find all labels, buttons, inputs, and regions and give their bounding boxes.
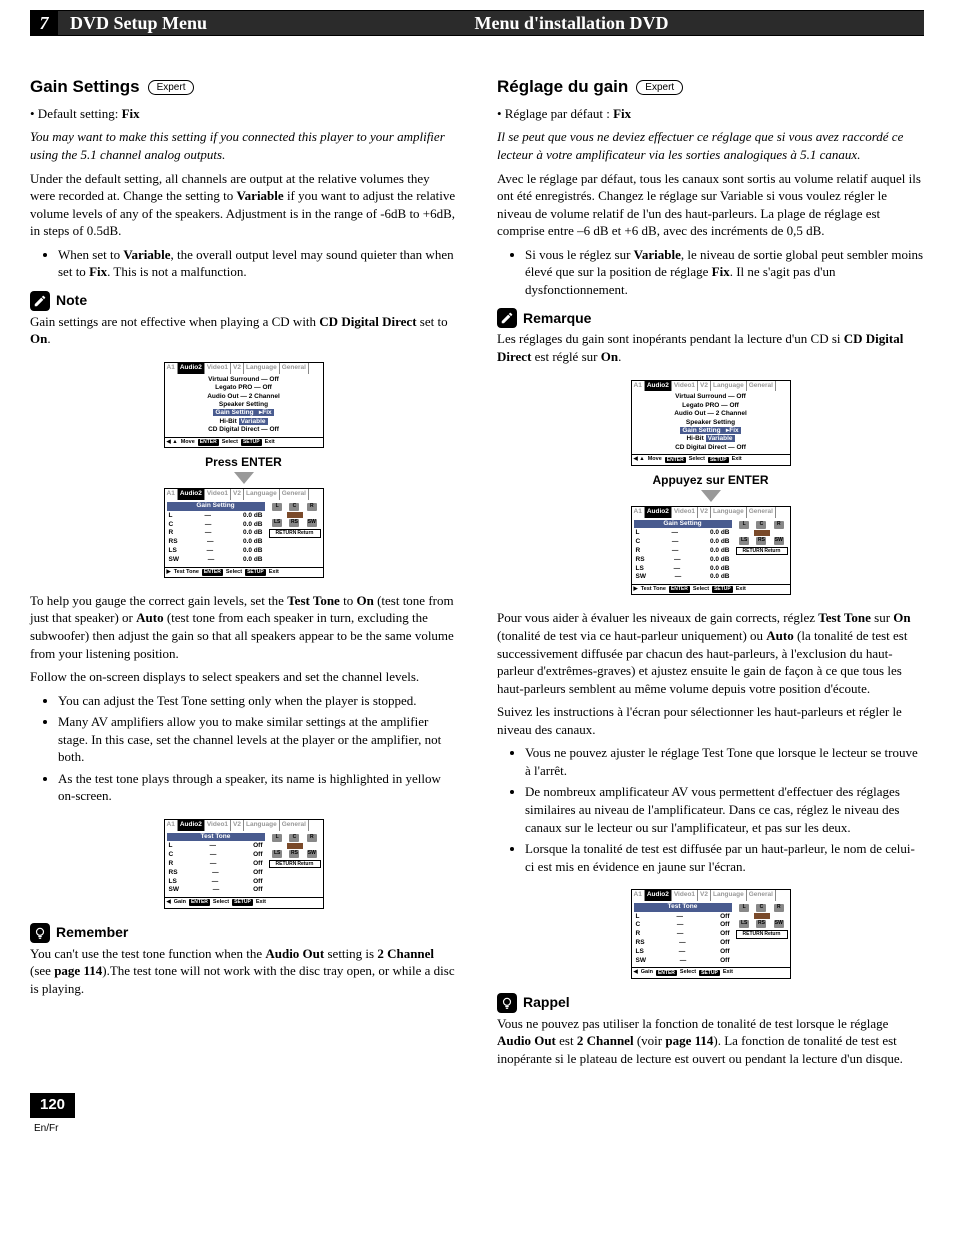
expert-badge: Expert bbox=[148, 80, 195, 96]
remember-heading: Rappel bbox=[497, 993, 924, 1013]
list-item: You can adjust the Test Tone setting onl… bbox=[58, 692, 457, 710]
page-footer: 120 En/Fr bbox=[30, 1073, 924, 1135]
bullet-list-1: When set to Variable, the overall output… bbox=[58, 246, 457, 281]
para-testtone: Pour vous aider à évaluer les niveaux de… bbox=[497, 609, 924, 697]
remember-body: You can't use the test tone function whe… bbox=[30, 945, 457, 998]
list-item: As the test tone plays through a speaker… bbox=[58, 770, 457, 805]
pencil-icon bbox=[30, 291, 50, 311]
osd-screenshot-1: A1Audio2Video1V2LanguageGeneral Virtual … bbox=[30, 362, 457, 578]
intro-italic: You may want to make this setting if you… bbox=[30, 128, 457, 163]
remember-body: Vous ne pouvez pas utiliser la fonction … bbox=[497, 1015, 924, 1068]
para-description: Under the default setting, all channels … bbox=[30, 170, 457, 240]
section-heading-en: Gain Settings Expert bbox=[30, 76, 457, 99]
page-header: 7 DVD Setup Menu Menu d'installation DVD bbox=[30, 10, 924, 36]
list-item: When set to Variable, the overall output… bbox=[58, 246, 457, 281]
column-english: Gain Settings Expert • Default setting: … bbox=[30, 76, 457, 1073]
column-french: Réglage du gain Expert • Réglage par déf… bbox=[497, 76, 924, 1073]
header-title-en: DVD Setup Menu bbox=[58, 11, 219, 35]
header-title-fr: Menu d'installation DVD bbox=[219, 11, 924, 35]
note-heading: Remarque bbox=[497, 308, 924, 328]
section-heading-fr: Réglage du gain Expert bbox=[497, 76, 924, 99]
list-item: Lorsque la tonalité de test est diffusée… bbox=[525, 840, 924, 875]
osd-footer: ◀ ▲ Move ENTER Select SETUP Exit bbox=[165, 437, 323, 447]
list-item: De nombreux amplificateur AV vous permet… bbox=[525, 783, 924, 836]
chapter-number: 7 bbox=[30, 11, 58, 35]
arrow-down-icon bbox=[701, 490, 721, 502]
speaker-layout-icon: LCR LSRSSW RETURNReturn bbox=[269, 502, 321, 564]
intro-italic: Il se peut que vous ne deviez effectuer … bbox=[497, 128, 924, 163]
lightbulb-icon bbox=[497, 993, 517, 1013]
bullet-list-2: You can adjust the Test Tone setting onl… bbox=[58, 692, 457, 805]
para-follow: Suivez les instructions à l'écran pour s… bbox=[497, 703, 924, 738]
para-testtone: To help you gauge the correct gain level… bbox=[30, 592, 457, 662]
list-item: Si vous le réglez sur Variable, le nivea… bbox=[525, 246, 924, 299]
arrow-down-icon bbox=[234, 472, 254, 484]
osd-screenshot-testtone-fr: A1Audio2Video1V2LanguageGeneral Test Ton… bbox=[497, 889, 924, 979]
lightbulb-icon bbox=[30, 923, 50, 943]
default-setting-line: • Default setting: Fix bbox=[30, 105, 457, 123]
pencil-icon bbox=[497, 308, 517, 328]
default-setting-line: • Réglage par défaut : Fix bbox=[497, 105, 924, 123]
note-heading: Note bbox=[30, 291, 457, 311]
expert-badge: Expert bbox=[636, 80, 683, 96]
press-enter-label: Appuyez sur ENTER bbox=[652, 472, 768, 488]
bullet-list-1: Si vous le réglez sur Variable, le nivea… bbox=[525, 246, 924, 299]
press-enter-label: Press ENTER bbox=[205, 454, 282, 470]
para-description: Avec le réglage par défaut, tous les can… bbox=[497, 170, 924, 240]
para-follow: Follow the on-screen displays to select … bbox=[30, 668, 457, 686]
list-item: Many AV amplifiers allow you to make sim… bbox=[58, 713, 457, 766]
remember-heading: Remember bbox=[30, 923, 457, 943]
bullet-list-2: Vous ne pouvez ajuster le réglage Test T… bbox=[525, 744, 924, 875]
page-number: 120 bbox=[30, 1093, 75, 1117]
page-langs: En/Fr bbox=[34, 1123, 58, 1134]
list-item: Vous ne pouvez ajuster le réglage Test T… bbox=[525, 744, 924, 779]
note-body: Les réglages du gain sont inopérants pen… bbox=[497, 330, 924, 365]
note-body: Gain settings are not effective when pla… bbox=[30, 313, 457, 348]
osd-screenshot-testtone: A1Audio2Video1V2LanguageGeneral Test Ton… bbox=[30, 819, 457, 909]
osd-tabs: A1Audio2Video1V2LanguageGeneral bbox=[165, 363, 323, 374]
osd-screenshot-1-fr: A1Audio2Video1V2LanguageGeneral Virtual … bbox=[497, 380, 924, 596]
heading-text: Gain Settings bbox=[30, 76, 140, 99]
